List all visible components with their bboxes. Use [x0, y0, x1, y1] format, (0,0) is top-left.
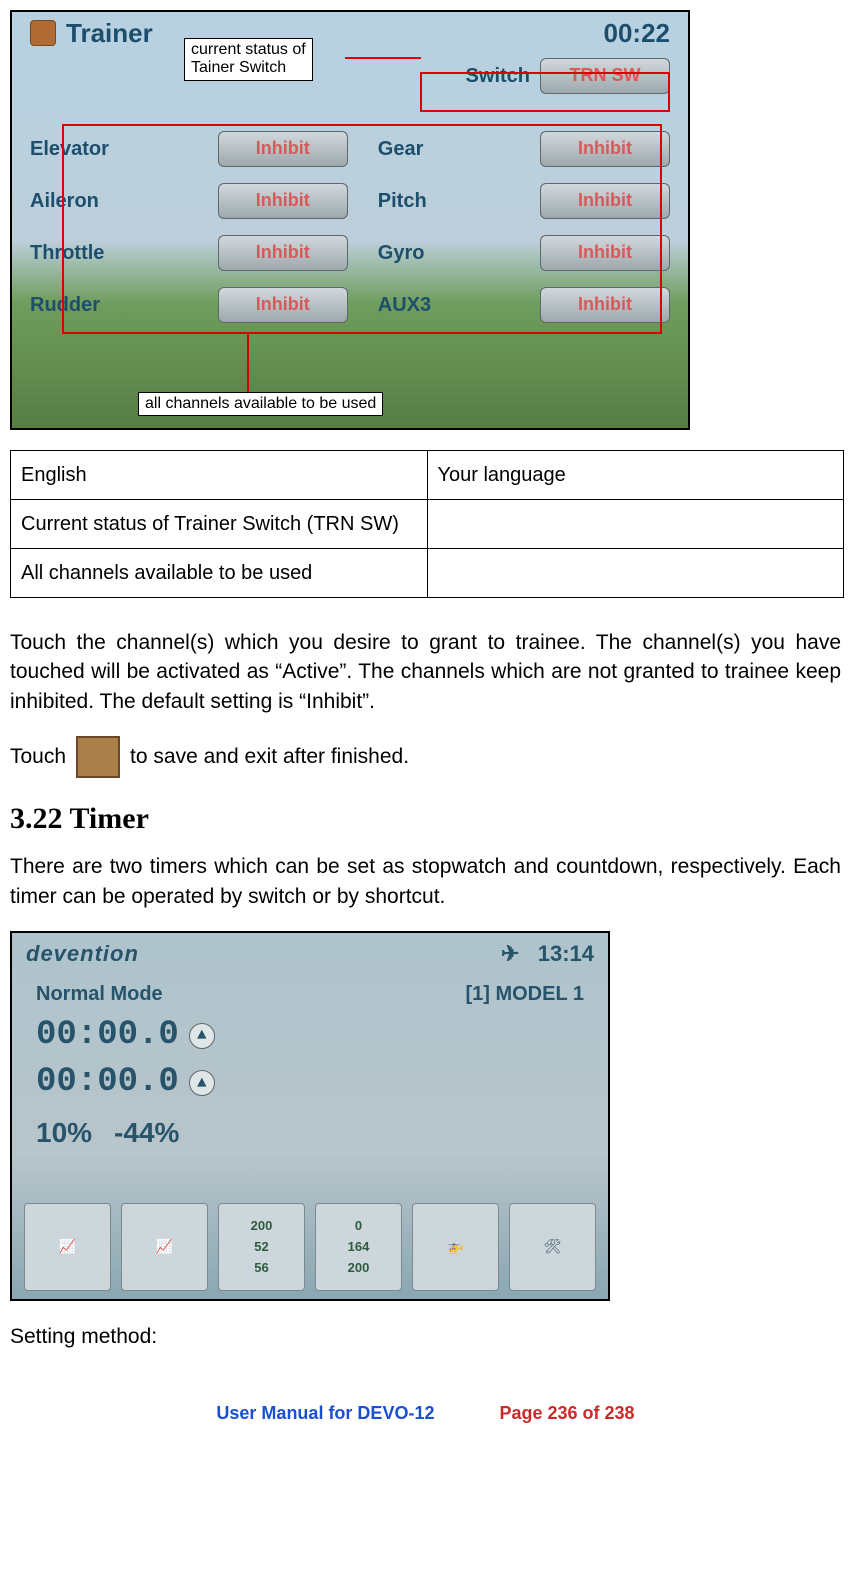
mode-label: Normal Mode [36, 980, 163, 1008]
trainer-clock: 00:22 [604, 15, 671, 51]
trim-values-a: 200 52 56 [218, 1203, 305, 1291]
trainer-screenshot: Trainer 00:22 Switch TRN SW Elevator Inh… [10, 10, 690, 430]
table-cell [427, 549, 844, 598]
table-row: Current status of Trainer Switch (TRN SW… [11, 500, 844, 549]
paragraph-timer-desc: There are two timers which can be set as… [10, 852, 841, 911]
touch-prefix: Touch [10, 742, 66, 771]
annotation-arrow-line [345, 57, 421, 59]
callout-switch-status: current status of Tainer Switch [184, 38, 313, 81]
touch-suffix: to save and exit after finished. [130, 742, 409, 771]
table-cell [427, 500, 844, 549]
timer-screenshot: devention ✈ 13:14 Normal Mode [1] MODEL … [10, 931, 610, 1301]
percent-2: -44% [114, 1113, 179, 1152]
annotation-arrow-line [247, 334, 249, 394]
touch-save-line: Touch to save and exit after finished. [10, 736, 841, 778]
trim-val: 56 [254, 1259, 268, 1277]
table-row: English Your language [11, 451, 844, 500]
percent-row: 10% -44% [12, 1107, 608, 1158]
timer-button-icon: ▲ [189, 1070, 215, 1096]
heli-icon: 🚁 [412, 1203, 499, 1291]
table-head-english: English [11, 451, 428, 500]
trim-val: 0 [355, 1217, 362, 1235]
page-footer: User Manual for DEVO-12 Page 236 of 238 [10, 1401, 841, 1426]
brand-logo: devention [26, 939, 139, 970]
back-icon [30, 20, 56, 46]
timer-clock: 13:14 [538, 941, 594, 966]
timer-mode-row: Normal Mode [1] MODEL 1 [12, 976, 608, 1012]
quick-icon-row: 📈 📈 200 52 56 0 164 200 🚁 🛠 [24, 1203, 596, 1291]
trim-values-b: 0 164 200 [315, 1203, 402, 1291]
annotation-box-channels [62, 124, 662, 334]
trainer-header: Trainer 00:22 [12, 12, 688, 54]
percent-1: 10% [36, 1113, 92, 1152]
timer-readout: 00:00.0 [36, 1059, 179, 1107]
trim-val: 200 [348, 1259, 370, 1277]
trim-val: 200 [251, 1217, 273, 1235]
paragraph-trainer-desc: Touch the channel(s) which you desire to… [10, 628, 841, 716]
exit-icon [76, 736, 120, 778]
table-head-yourlang: Your language [427, 451, 844, 500]
section-heading-timer: 3.22 Timer [10, 798, 841, 840]
timer-value-2: 00:00.0 ▲ [12, 1059, 608, 1107]
model-label: [1] MODEL 1 [465, 980, 584, 1008]
trim-val: 164 [348, 1238, 370, 1256]
table-row: All channels available to be used [11, 549, 844, 598]
footer-manual-title: User Manual for DEVO-12 [216, 1403, 434, 1423]
table-cell: All channels available to be used [11, 549, 428, 598]
timer-value-1: 00:00.0 ▲ [12, 1012, 608, 1060]
callout-channels: all channels available to be used [138, 392, 383, 416]
translation-table: English Your language Current status of … [10, 450, 844, 598]
timer-readout: 00:00.0 [36, 1012, 179, 1060]
table-cell: Current status of Trainer Switch (TRN SW… [11, 500, 428, 549]
timer-button-icon: ▲ [189, 1023, 215, 1049]
timer-header: devention ✈ 13:14 [12, 933, 608, 976]
graph-icon: 📈 [121, 1203, 208, 1291]
tools-icon: 🛠 [509, 1203, 596, 1291]
setting-method-label: Setting method: [10, 1322, 841, 1351]
annotation-box-switch [420, 72, 670, 112]
trainer-title: Trainer [66, 15, 153, 51]
trim-val: 52 [254, 1238, 268, 1256]
footer-page-number: Page 236 of 238 [499, 1403, 634, 1423]
graph-icon: 📈 [24, 1203, 111, 1291]
